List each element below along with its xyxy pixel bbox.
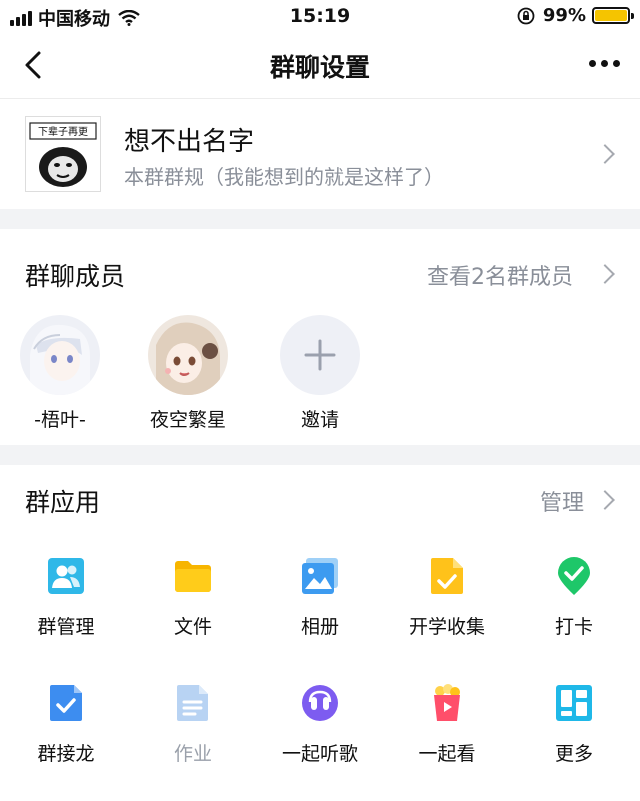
section-divider — [0, 209, 640, 229]
app-more[interactable]: 更多 — [510, 683, 638, 766]
app-label: 群管理 — [37, 616, 95, 638]
app-label: 相册 — [300, 616, 339, 638]
collect-icon — [431, 558, 463, 594]
battery-percent: 99% — [542, 5, 586, 26]
checkin-icon — [558, 557, 590, 595]
group-info-row[interactable]: 下辈子再更 想不出名字 本群群规（我能想到的就是这样了） — [0, 99, 640, 209]
members-title: 群聊成员 — [25, 262, 126, 291]
battery-icon — [592, 7, 634, 24]
panda-meme-image: 下辈子再更 — [26, 117, 100, 191]
page-title: 群聊设置 — [269, 53, 370, 82]
app-checkin[interactable]: 打卡 — [510, 556, 638, 639]
avatar — [20, 315, 100, 395]
app-group-manage[interactable]: 群管理 — [2, 556, 130, 639]
app-album[interactable]: 相册 — [256, 556, 384, 639]
app-label: 一起听歌 — [281, 743, 358, 765]
music-icon — [302, 685, 338, 721]
more-apps-icon — [556, 685, 592, 721]
app-label: 打卡 — [554, 616, 593, 638]
album-icon — [302, 558, 338, 594]
app-label: 一起看 — [418, 743, 476, 765]
relay-icon — [50, 685, 82, 721]
group-manage-icon — [48, 558, 84, 594]
app-watch[interactable]: 一起看 — [383, 683, 511, 766]
app-music[interactable]: 一起听歌 — [256, 683, 384, 766]
folder-icon — [175, 561, 211, 592]
member-item[interactable]: -梧叶- — [0, 315, 120, 432]
group-rule: 本群群规（我能想到的就是这样了） — [124, 165, 444, 189]
invite-button[interactable]: 邀请 — [260, 315, 380, 432]
add-icon — [280, 315, 360, 395]
app-label: 群接龙 — [37, 743, 95, 765]
apps-title: 群应用 — [25, 488, 101, 517]
app-label: 开学收集 — [408, 616, 485, 638]
nav-bar: 群聊设置 — [0, 34, 640, 99]
app-collect[interactable]: 开学收集 — [383, 556, 511, 639]
invite-label: 邀请 — [300, 409, 339, 431]
watch-icon — [434, 684, 460, 721]
member-name: 夜空繁星 — [149, 409, 226, 431]
member-item[interactable]: 夜空繁星 — [128, 315, 248, 432]
more-options-icon[interactable] — [589, 60, 620, 67]
view-members-link[interactable]: 查看2名群成员 — [427, 259, 573, 291]
app-label: 文件 — [173, 616, 212, 638]
member-name: -梧叶- — [34, 409, 86, 431]
section-divider — [0, 445, 640, 465]
group-avatar: 下辈子再更 — [25, 116, 101, 192]
meme-caption: 下辈子再更 — [38, 125, 88, 138]
app-files[interactable]: 文件 — [129, 556, 257, 639]
app-label: 作业 — [173, 743, 212, 765]
app-relay[interactable]: 群接龙 — [2, 683, 130, 766]
chevron-right-icon — [595, 144, 615, 164]
avatar — [148, 315, 228, 395]
chevron-right-icon[interactable] — [595, 490, 615, 510]
app-homework[interactable]: 作业 — [129, 683, 257, 766]
manage-link[interactable]: 管理 — [540, 485, 584, 517]
app-label: 更多 — [554, 743, 593, 765]
homework-icon — [177, 685, 208, 721]
status-bar: 中国移动 15:19 99% — [0, 0, 640, 34]
rotation-lock-icon — [517, 7, 535, 24]
chevron-right-icon[interactable] — [595, 264, 615, 284]
group-name: 想不出名字 — [124, 127, 255, 157]
battery-info: 99% — [517, 5, 634, 26]
